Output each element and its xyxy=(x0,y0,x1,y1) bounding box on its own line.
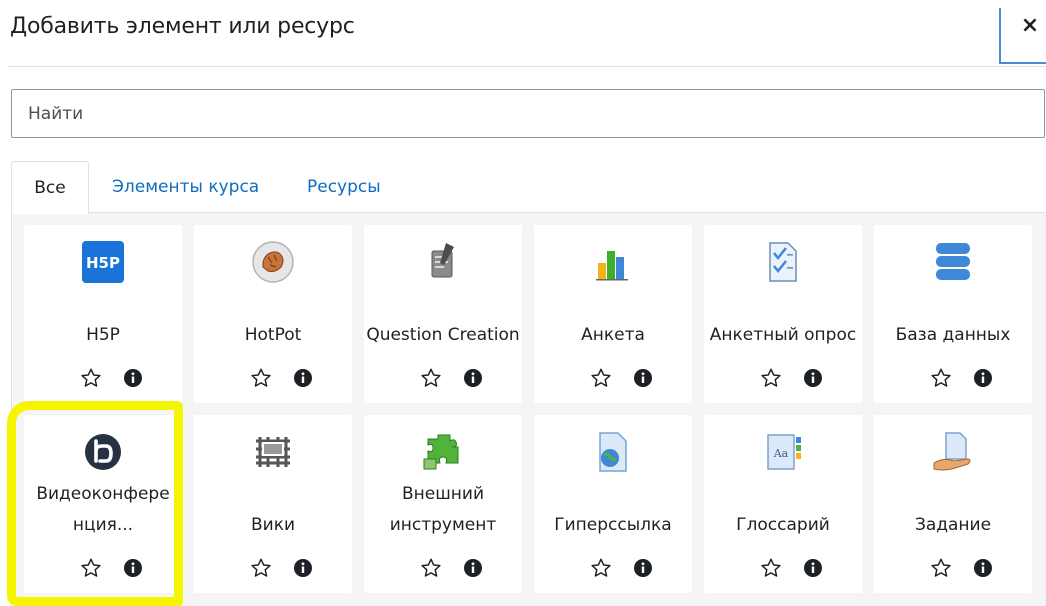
module-label: Задание xyxy=(914,515,992,535)
module-label: Question Creation xyxy=(366,325,520,345)
questionnaire-icon xyxy=(590,239,636,285)
info-icon[interactable] xyxy=(804,559,822,577)
module-card-question-creation[interactable]: Question Creation xyxy=(364,225,522,403)
star-icon[interactable] xyxy=(420,557,442,579)
module-card-h5p[interactable]: H5P H5P xyxy=(24,225,182,403)
info-icon[interactable] xyxy=(464,559,482,577)
module-card-url[interactable]: Гиперссылка xyxy=(534,415,692,593)
module-label: Внешний инструмент xyxy=(389,484,497,535)
module-card-questionnaire[interactable]: Анкета xyxy=(534,225,692,403)
module-label: База данных xyxy=(895,325,1011,345)
star-icon[interactable] xyxy=(760,367,782,389)
star-icon[interactable] xyxy=(590,367,612,389)
module-card-hotpot[interactable]: HotPot xyxy=(194,225,352,403)
wiki-icon xyxy=(250,429,296,475)
star-icon[interactable] xyxy=(760,557,782,579)
module-card-bigbluebutton[interactable]: Видеоконфере нция... xyxy=(24,415,182,593)
question-creation-icon xyxy=(420,239,466,285)
star-icon[interactable] xyxy=(420,367,442,389)
module-label: Видеоконфере нция... xyxy=(36,484,170,535)
star-icon[interactable] xyxy=(80,557,102,579)
info-icon[interactable] xyxy=(804,369,822,387)
svg-text:H5P: H5P xyxy=(86,254,120,272)
module-label: Анкета xyxy=(581,325,645,345)
survey-icon xyxy=(760,239,806,285)
module-label: HotPot xyxy=(244,325,302,345)
module-label: Гиперссылка xyxy=(554,515,672,535)
hotpot-icon xyxy=(250,239,296,285)
assignment-icon xyxy=(930,429,976,475)
info-icon[interactable] xyxy=(294,369,312,387)
star-icon[interactable] xyxy=(250,557,272,579)
tab-all[interactable]: Все xyxy=(11,161,89,214)
info-icon[interactable] xyxy=(294,559,312,577)
bigbluebutton-icon xyxy=(80,429,126,475)
glossary-icon: Aa xyxy=(760,429,806,475)
module-card-glossary[interactable]: Aa Глоссарий xyxy=(704,415,862,593)
info-icon[interactable] xyxy=(974,369,992,387)
header-divider xyxy=(8,66,1046,67)
modal-title: Добавить элемент или ресурс xyxy=(10,14,355,39)
module-card-assignment[interactable]: Задание xyxy=(874,415,1032,593)
external-tool-icon xyxy=(420,429,466,475)
module-card-survey[interactable]: Анкетный опрос xyxy=(704,225,862,403)
module-card-wiki[interactable]: Вики xyxy=(194,415,352,593)
close-button[interactable]: × xyxy=(1018,10,1042,42)
star-icon[interactable] xyxy=(930,367,952,389)
module-card-external-tool[interactable]: Внешний инструмент xyxy=(364,415,522,593)
database-icon xyxy=(930,239,976,285)
info-icon[interactable] xyxy=(634,369,652,387)
module-grid: H5P H5P HotPot Question Creation Анкета … xyxy=(11,213,1046,606)
star-icon[interactable] xyxy=(590,557,612,579)
module-label: Глоссарий xyxy=(736,515,830,535)
search-input[interactable] xyxy=(11,89,1045,138)
tab-resources[interactable]: Ресурсы xyxy=(307,161,381,213)
info-icon[interactable] xyxy=(634,559,652,577)
info-icon[interactable] xyxy=(464,369,482,387)
tab-activities[interactable]: Элементы курса xyxy=(112,161,259,213)
info-icon[interactable] xyxy=(124,559,142,577)
info-icon[interactable] xyxy=(124,369,142,387)
h5p-icon: H5P xyxy=(80,239,126,285)
star-icon[interactable] xyxy=(250,367,272,389)
module-card-database[interactable]: База данных xyxy=(874,225,1032,403)
module-label: Вики xyxy=(250,515,296,535)
star-icon[interactable] xyxy=(80,367,102,389)
tab-bar: Все Элементы курса Ресурсы xyxy=(11,161,1046,214)
module-label: Анкетный опрос xyxy=(709,325,857,345)
svg-text:Aa: Aa xyxy=(773,447,789,460)
module-label: H5P xyxy=(86,325,120,345)
url-icon xyxy=(590,429,636,475)
star-icon[interactable] xyxy=(930,557,952,579)
info-icon[interactable] xyxy=(974,559,992,577)
